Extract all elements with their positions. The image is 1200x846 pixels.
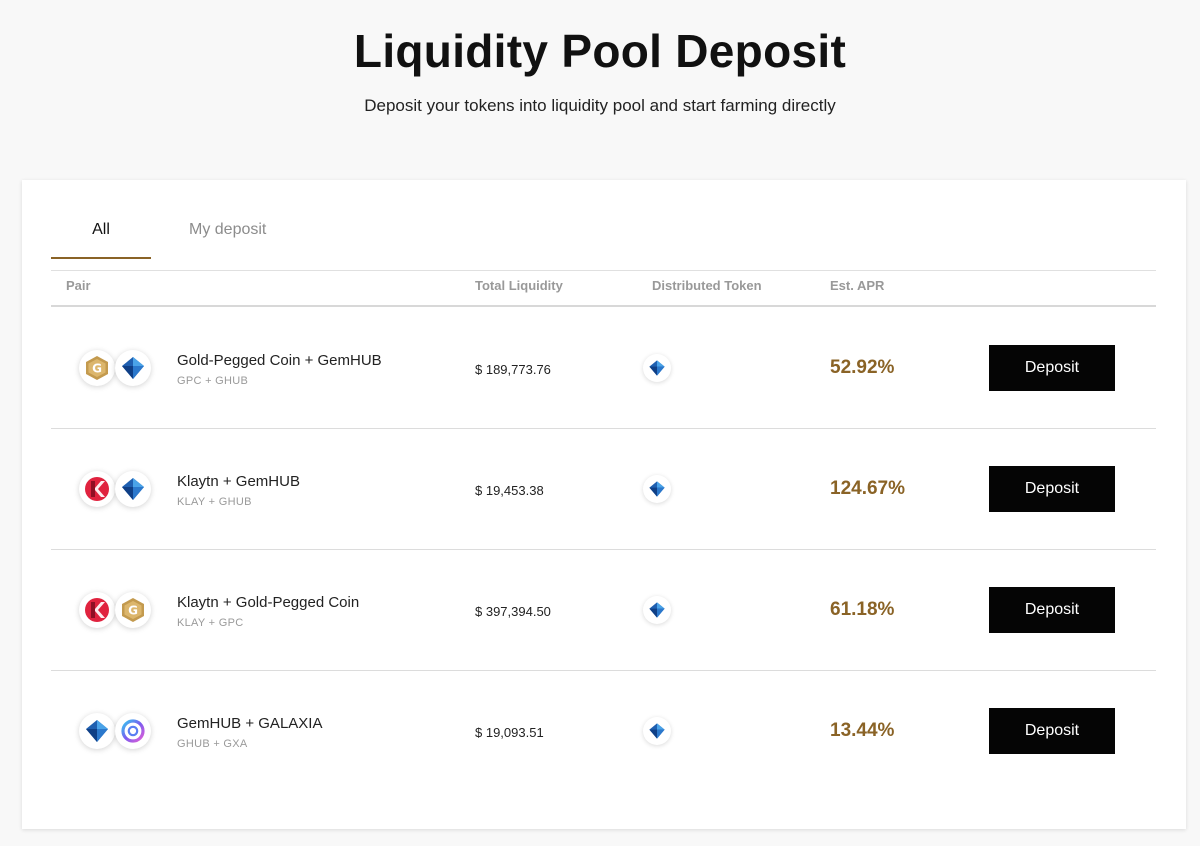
ghub-icon <box>643 354 671 382</box>
deposit-button[interactable]: Deposit <box>989 708 1115 754</box>
tab-my-deposit[interactable]: My deposit <box>163 208 293 259</box>
total-liquidity: $ 19,093.51 <box>475 725 544 740</box>
klay-icon <box>79 471 115 507</box>
column-header-distributed-token: Distributed Token <box>652 278 762 293</box>
table-row: G Gold-Pegged Coin + GemHUB GPC + GHUB $… <box>51 308 1156 429</box>
gxa-icon <box>115 713 151 749</box>
est-apr: 61.18% <box>830 599 895 620</box>
table-row: G Klaytn + Gold-Pegged Coin KLAY + GPC $… <box>51 550 1156 671</box>
ghub-icon <box>643 475 671 503</box>
pair-symbols: KLAY + GPC <box>177 617 244 629</box>
est-apr: 13.44% <box>830 720 895 741</box>
pair-symbols: GHUB + GXA <box>177 738 248 750</box>
column-header-pair: Pair <box>66 278 91 293</box>
total-liquidity: $ 19,453.38 <box>475 483 544 498</box>
tab-bar: All My deposit <box>51 208 1156 259</box>
ghub-icon <box>79 713 115 749</box>
pair-name: GemHUB + GALAXIA <box>177 715 323 732</box>
page-title: Liquidity Pool Deposit <box>353 25 847 77</box>
pool-card: All My deposit Pair Total Liquidity Dist… <box>22 180 1186 829</box>
table-row: GemHUB + GALAXIA GHUB + GXA $ 19,093.51 … <box>51 671 1156 792</box>
pair-symbols: KLAY + GHUB <box>177 496 252 508</box>
page-subtitle: Deposit your tokens into liquidity pool … <box>364 96 836 115</box>
est-apr: 52.92% <box>830 357 895 378</box>
pair-name: Gold-Pegged Coin + GemHUB <box>177 352 382 369</box>
ghub-icon <box>643 596 671 624</box>
deposit-button[interactable]: Deposit <box>989 466 1115 512</box>
deposit-button[interactable]: Deposit <box>989 345 1115 391</box>
ghub-icon <box>115 471 151 507</box>
est-apr: 124.67% <box>830 478 906 499</box>
pair-icons: G <box>79 350 159 386</box>
total-liquidity: $ 397,394.50 <box>475 604 551 619</box>
tab-all[interactable]: All <box>51 208 151 259</box>
total-liquidity: $ 189,773.76 <box>475 362 551 377</box>
ghub-icon <box>643 717 671 745</box>
pair-icons: G <box>79 592 159 628</box>
svg-text:G: G <box>92 362 102 376</box>
deposit-button[interactable]: Deposit <box>989 587 1115 633</box>
table-row: Klaytn + GemHUB KLAY + GHUB $ 19,453.38 … <box>51 429 1156 550</box>
column-header-total-liquidity: Total Liquidity <box>475 278 563 293</box>
ghub-icon <box>115 350 151 386</box>
gpc-icon: G <box>79 350 115 386</box>
pair-icons <box>79 713 159 749</box>
pair-icons <box>79 471 159 507</box>
pair-symbols: GPC + GHUB <box>177 375 249 387</box>
pair-name: Klaytn + Gold-Pegged Coin <box>177 594 360 611</box>
klay-icon <box>79 592 115 628</box>
svg-text:G: G <box>128 604 138 618</box>
table-header: Pair Total Liquidity Distributed Token E… <box>51 270 1156 307</box>
column-header-est-apr: Est. APR <box>830 278 885 293</box>
pair-name: Klaytn + GemHUB <box>177 473 300 490</box>
gpc-icon: G <box>115 592 151 628</box>
